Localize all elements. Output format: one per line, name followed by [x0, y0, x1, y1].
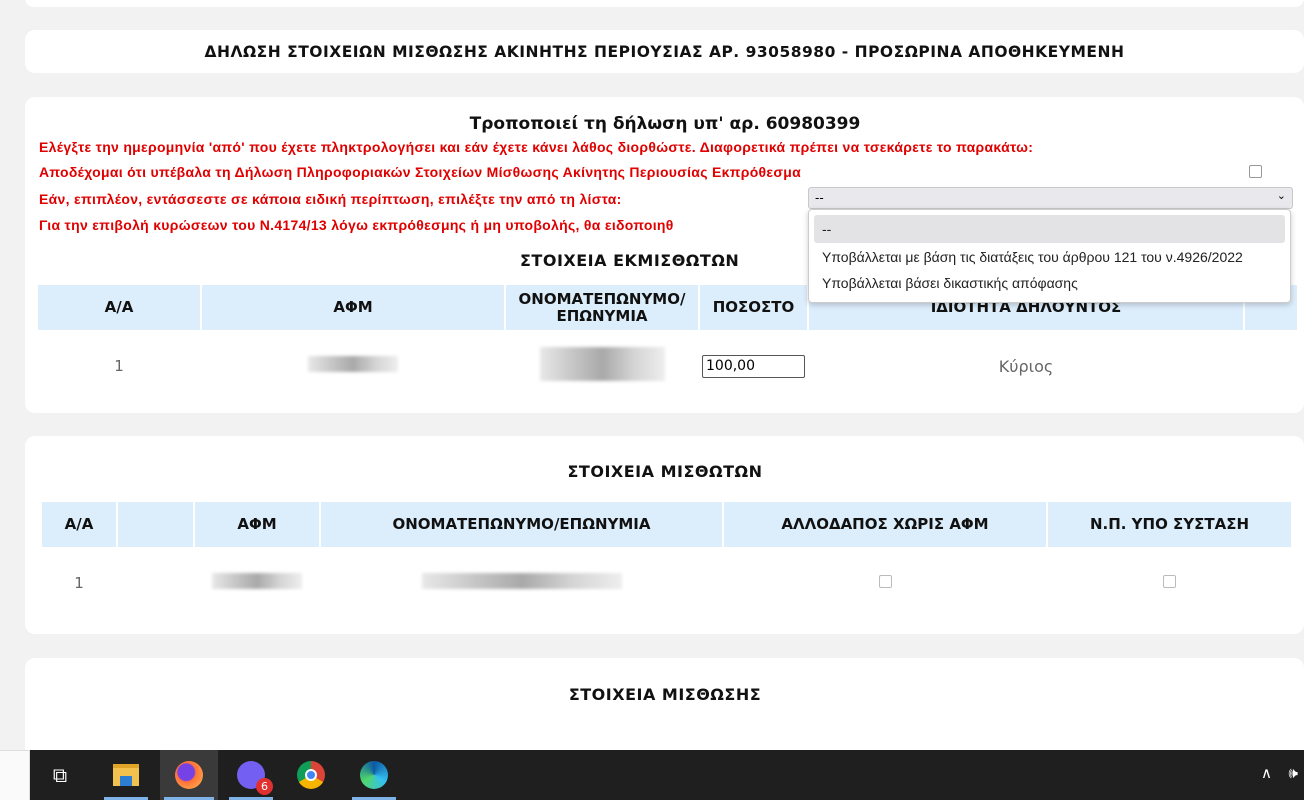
redacted-afm [308, 356, 398, 372]
viber-badge: 6 [256, 778, 273, 795]
row-role: Κύριος [998, 356, 1054, 376]
legal-entity-checkbox[interactable] [1163, 575, 1176, 588]
declaration-card: Τροποποιεί τη δήλωση υπ' αρ. 60980399 Ελ… [25, 97, 1304, 413]
date-warning: Ελέγξτε την ημερομηνία 'από' που έχετε π… [39, 139, 1034, 155]
lessees-table: Α/Α ΑΦΜ ΟΝΟΜΑΤΕΠΩΝΥΜΟ/ΕΠΩΝΥΜΙΑ ΑΛΛΟΔΑΠΟΣ… [40, 502, 1293, 619]
row-aa: 1 [114, 357, 124, 375]
task-view-icon[interactable]: ⧉ [34, 750, 86, 800]
page-edge [0, 750, 30, 800]
special-case-label: Εάν, επιπλέον, εντάσσεστε σε κάποια ειδι… [39, 191, 622, 207]
special-case-select[interactable]: -- ⌄ [808, 187, 1293, 209]
foreign-checkbox[interactable] [878, 575, 892, 588]
option-article-121[interactable]: Υποβάλλεται με βάση τις διατάξεις του άρ… [814, 243, 1285, 271]
table-row: 1 [42, 547, 1291, 619]
col-afm: ΑΦΜ [195, 502, 319, 547]
col-legal-entity: Ν.Π. ΥΠΟ ΣΥΣΤΑΣΗ [1048, 502, 1291, 547]
previous-card [25, 0, 1304, 7]
page-title: ΔΗΛΩΣΗ ΣΤΟΙΧΕΙΩΝ ΜΙΣΘΩΣΗΣ ΑΚΙΝΗΤΗΣ ΠΕΡΙΟ… [204, 42, 1125, 61]
col-percent: ΠΟΣΟΣΤΟ [700, 285, 807, 330]
select-value: -- [815, 190, 824, 205]
edge-icon[interactable] [348, 750, 400, 800]
accept-late-checkbox[interactable] [1249, 165, 1262, 178]
amends-label: Τροποποιεί τη δήλωση υπ' αρ. 60980399 [469, 114, 861, 134]
percent-input[interactable] [702, 354, 805, 378]
col-afm: ΑΦΜ [202, 285, 504, 330]
sanctions-note: Για την επιβολή κυρώσεων του Ν.4174/13 λ… [39, 217, 674, 233]
col-aa: Α/Α [42, 502, 116, 547]
col-aa: Α/Α [38, 285, 200, 330]
col-blank [118, 502, 193, 547]
taskbar: ⧉ 6 ∧ 🕪 [30, 750, 1304, 800]
firefox-icon[interactable] [160, 750, 218, 800]
chevron-up-icon[interactable]: ∧ [1261, 764, 1272, 782]
header-card: ΔΗΛΩΣΗ ΣΤΟΙΧΕΙΩΝ ΜΙΣΘΩΣΗΣ ΑΚΙΝΗΤΗΣ ΠΕΡΙΟ… [25, 30, 1304, 73]
redacted-name [421, 573, 622, 589]
redacted-name [539, 347, 665, 381]
option-court-decision[interactable]: Υποβάλλεται βάσει δικαστικής απόφασης [814, 271, 1285, 299]
lease-title: ΣΤΟΙΧΕΙΑ ΜΙΣΘΩΣΗΣ [568, 685, 762, 704]
lessees-title: ΣΤΟΙΧΕΙΑ ΜΙΣΘΩΤΩΝ [567, 462, 763, 481]
file-explorer-icon[interactable] [100, 750, 152, 800]
col-name: ΟΝΟΜΑΤΕΠΩΝΥΜΟ/ΕΠΩΝΥΜΙΑ [321, 502, 722, 547]
col-name: ΟΝΟΜΑΤΕΠΩΝΥΜΟ/ ΕΠΩΝΥΜΙΑ [506, 285, 698, 330]
viber-icon[interactable]: 6 [225, 750, 277, 800]
volume-icon[interactable]: 🕪 [1289, 764, 1298, 782]
option-none[interactable]: -- [814, 215, 1285, 243]
accept-late-label: Αποδέχομαι ότι υπέβαλα τη Δήλωση Πληροφο… [39, 164, 802, 180]
col-foreign: ΑΛΛΟΔΑΠΟΣ ΧΩΡΙΣ ΑΦΜ [724, 502, 1046, 547]
chrome-icon[interactable] [285, 750, 337, 800]
lessors-title: ΣΤΟΙΧΕΙΑ ΕΚΜΙΣΘΩΤΩΝ [520, 251, 740, 270]
chevron-down-icon: ⌄ [1276, 190, 1286, 202]
table-row: 1 Κύριος [38, 330, 1297, 402]
redacted-afm [212, 573, 302, 589]
row-aa: 1 [74, 574, 84, 592]
lessees-card: ΣΤΟΙΧΕΙΑ ΜΙΣΘΩΤΩΝ Α/Α ΑΦΜ ΟΝΟΜΑΤΕΠΩΝΥΜΟ/… [25, 436, 1304, 634]
special-case-dropdown: -- Υποβάλλεται με βάση τις διατάξεις του… [808, 209, 1291, 303]
